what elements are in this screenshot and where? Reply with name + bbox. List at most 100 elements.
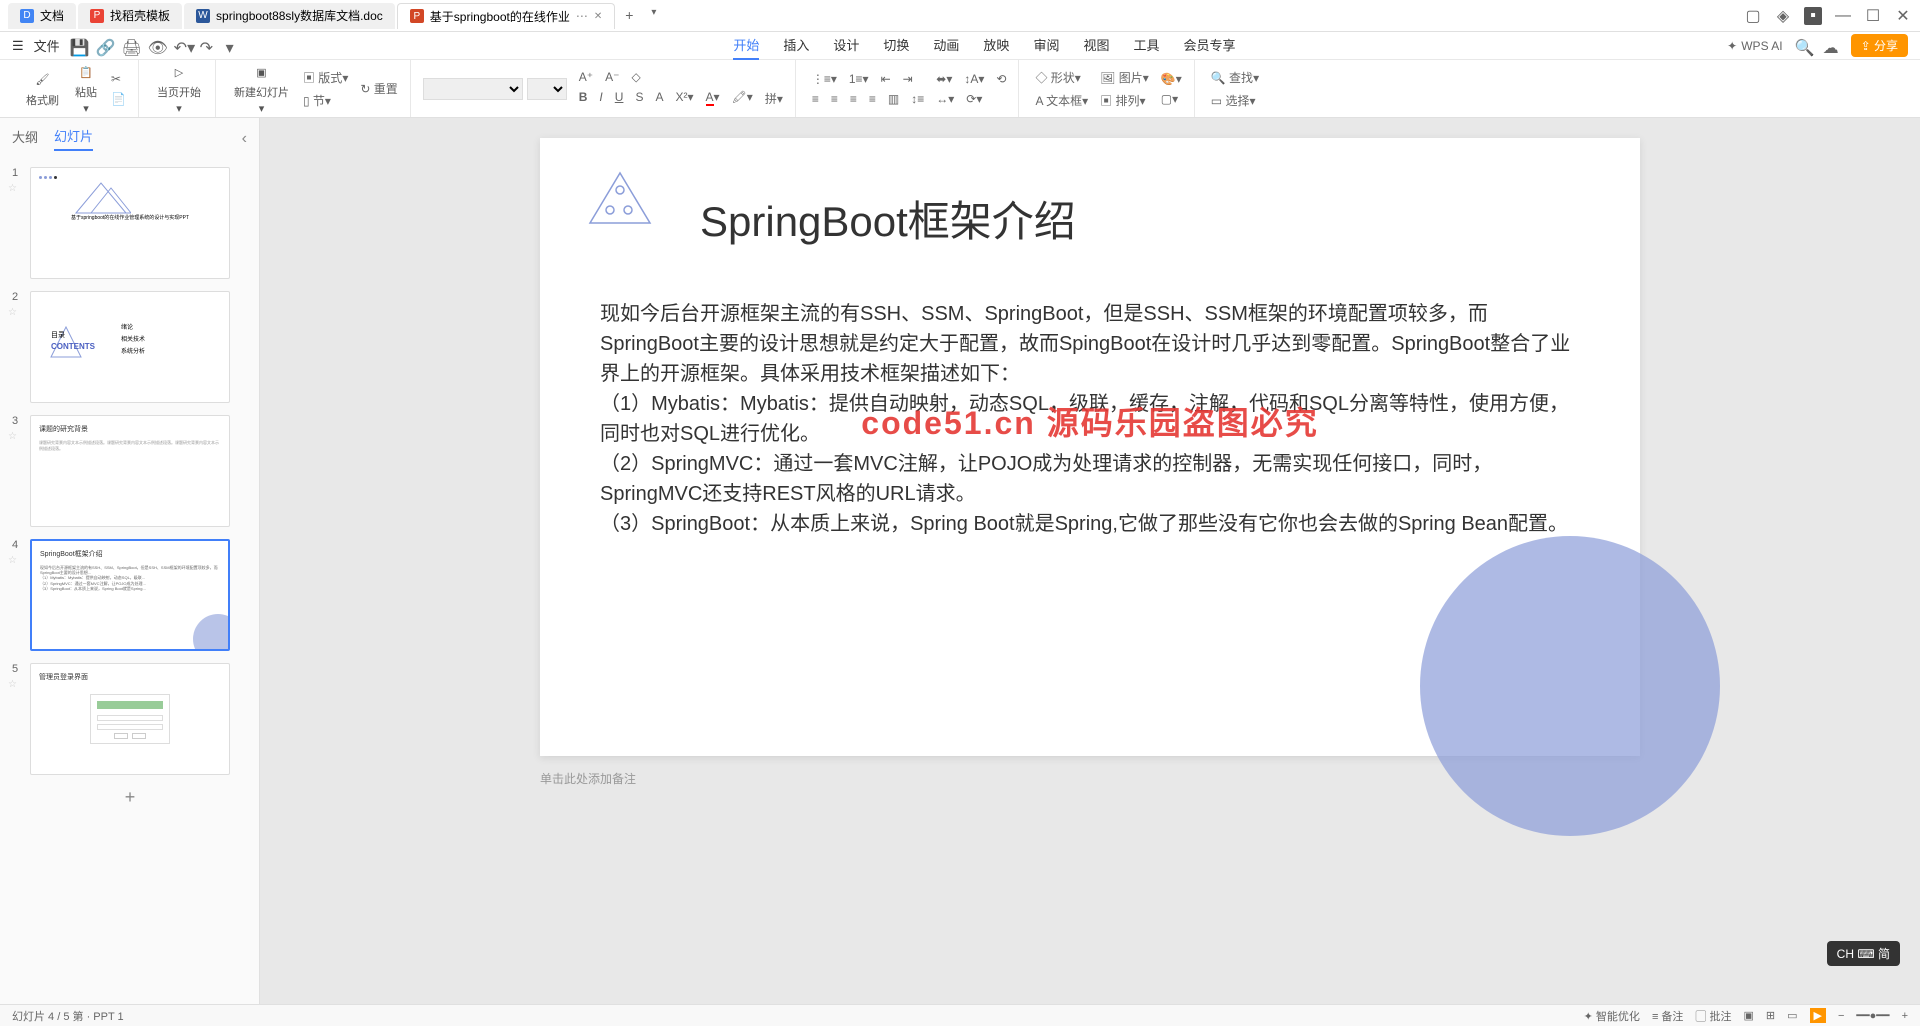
- preview-icon[interactable]: 👁: [148, 38, 164, 54]
- zoom-slider[interactable]: ━━●━━: [1856, 1009, 1889, 1022]
- section-button[interactable]: ▯ 节▾: [299, 90, 352, 111]
- numbering-icon[interactable]: 1≡▾: [845, 70, 873, 88]
- fill-icon[interactable]: 🎨▾: [1157, 70, 1186, 88]
- window-icon[interactable]: ▢: [1744, 7, 1762, 25]
- tab-template[interactable]: P 找稻壳模板: [78, 3, 182, 29]
- close-window-icon[interactable]: ✕: [1894, 7, 1912, 25]
- ribbon-tab-slideshow[interactable]: 放映: [983, 31, 1009, 60]
- slide-canvas[interactable]: SpringBoot框架介绍 现如今后台开源框架主流的有SSH、SSM、Spri…: [260, 118, 1920, 1004]
- avatar-icon[interactable]: ▪: [1804, 7, 1822, 25]
- tab-word-doc[interactable]: W springboot88sly数据库文档.doc: [184, 3, 395, 29]
- slide-title[interactable]: SpringBoot框架介绍: [700, 188, 1580, 249]
- select-button[interactable]: ▭ 选择▾: [1207, 90, 1263, 111]
- italic-icon[interactable]: I: [595, 88, 606, 109]
- paste-button[interactable]: 📋粘贴▾: [69, 58, 103, 119]
- shape-button[interactable]: ◇ 形状▾: [1031, 67, 1092, 88]
- ribbon-tab-view[interactable]: 视图: [1083, 31, 1109, 60]
- bullets-icon[interactable]: ⋮≡▾: [808, 70, 841, 88]
- outline-icon[interactable]: ▢▾: [1157, 90, 1186, 108]
- cloud-icon[interactable]: ☁: [1823, 38, 1839, 54]
- share-button[interactable]: ⇪ 分享: [1851, 34, 1908, 57]
- align-justify-icon[interactable]: ≡: [865, 90, 880, 108]
- print-icon[interactable]: 🖨: [122, 38, 138, 54]
- sidebar-tab-outline[interactable]: 大纲: [12, 127, 38, 150]
- tab-menu-icon[interactable]: ⋯: [576, 9, 588, 23]
- undo-icon[interactable]: ↶▾: [174, 38, 190, 54]
- find-button[interactable]: 🔍 查找▾: [1207, 67, 1263, 88]
- close-icon[interactable]: ✕: [594, 11, 602, 22]
- increase-font-icon[interactable]: A⁺: [575, 68, 597, 86]
- status-notes-button[interactable]: ≡ 备注: [1652, 1008, 1683, 1024]
- maximize-icon[interactable]: ☐: [1864, 7, 1882, 25]
- shadow-icon[interactable]: A: [651, 88, 667, 109]
- redo-icon[interactable]: ↷: [200, 38, 216, 54]
- decrease-font-icon[interactable]: A⁻: [601, 68, 623, 86]
- new-slide-button[interactable]: ▣新建幻灯片▾: [228, 58, 295, 119]
- text-direction-icon[interactable]: ⬌▾: [932, 70, 956, 88]
- format-painter-button[interactable]: 🖌格式刷: [20, 66, 65, 112]
- tab-menu-dropdown[interactable]: ▾: [643, 3, 664, 29]
- link-icon[interactable]: 🔗: [96, 38, 112, 54]
- underline-icon[interactable]: U: [611, 88, 628, 109]
- minimize-icon[interactable]: —: [1834, 7, 1852, 25]
- picture-button[interactable]: 🖼 图片▾: [1096, 67, 1153, 88]
- tab-ppt-active[interactable]: P 基于springboot的在线作业 ⋯ ✕: [397, 3, 615, 29]
- ribbon-tab-design[interactable]: 设计: [833, 31, 859, 60]
- columns-icon[interactable]: ▥: [884, 90, 903, 108]
- slide-thumbnail-1[interactable]: 基于springboot的在线作业管理系统的设计与实现PPT: [30, 167, 230, 279]
- add-tab-button[interactable]: +: [617, 3, 641, 29]
- slide-thumbnail-2[interactable]: 目录 CONTENTS 绪论相关技术系统分析: [30, 291, 230, 403]
- rotate-icon[interactable]: ⟳▾: [962, 90, 986, 108]
- reset-button[interactable]: ↻ 重置: [356, 78, 401, 99]
- collapse-icon[interactable]: ‹: [242, 130, 247, 148]
- view-normal-icon[interactable]: ▣: [1743, 1009, 1753, 1022]
- star-icon[interactable]: ☆: [8, 555, 22, 566]
- copy-icon[interactable]: 📄: [107, 90, 130, 108]
- ribbon-tab-member[interactable]: 会员专享: [1183, 31, 1235, 60]
- star-icon[interactable]: ☆: [8, 307, 22, 318]
- slide-thumbnail-3[interactable]: 课题的研究背景 课题研究背景内容文本示例描述段落。课题研究背景内容文本示例描述段…: [30, 415, 230, 527]
- strikethrough-icon[interactable]: S: [631, 88, 647, 109]
- pinyin-icon[interactable]: 拼▾: [761, 88, 787, 109]
- font-family-select[interactable]: [423, 78, 523, 100]
- font-size-select[interactable]: [527, 78, 567, 100]
- ribbon-tab-animation[interactable]: 动画: [933, 31, 959, 60]
- zoom-out-icon[interactable]: −: [1838, 1010, 1844, 1022]
- ribbon-tab-transition[interactable]: 切换: [883, 31, 909, 60]
- slide-thumbnail-4-active[interactable]: SpringBoot框架介绍 现如今后台开源框架主流的有SSH、SSM、Spri…: [30, 539, 230, 651]
- ime-indicator[interactable]: CH ⌨ 简: [1827, 941, 1900, 966]
- view-slideshow-icon[interactable]: ▶: [1810, 1008, 1826, 1023]
- align-left-icon[interactable]: ≡: [808, 90, 823, 108]
- textbox-button[interactable]: A 文本框▾: [1031, 90, 1092, 111]
- zoom-in-icon[interactable]: +: [1902, 1010, 1908, 1022]
- superscript-icon[interactable]: X²▾: [671, 88, 697, 109]
- star-icon[interactable]: ☆: [8, 679, 22, 690]
- star-icon[interactable]: ☆: [8, 183, 22, 194]
- font-color-icon[interactable]: A▾: [702, 88, 724, 109]
- add-slide-button[interactable]: +: [30, 787, 230, 807]
- more-icon[interactable]: ▾: [226, 38, 242, 54]
- line-spacing-icon[interactable]: ↕≡: [907, 90, 928, 108]
- increase-indent-icon[interactable]: ⇥: [899, 70, 917, 88]
- ribbon-tab-review[interactable]: 审阅: [1033, 31, 1059, 60]
- star-icon[interactable]: ☆: [8, 431, 22, 442]
- slide-thumbnail-5[interactable]: 管理员登录界面: [30, 663, 230, 775]
- view-reading-icon[interactable]: ▭: [1787, 1009, 1797, 1022]
- spacing-icon[interactable]: ↔▾: [932, 90, 958, 108]
- highlight-icon[interactable]: 🖍▾: [728, 88, 757, 109]
- sidebar-tab-slides[interactable]: 幻灯片: [54, 126, 93, 151]
- ribbon-tab-insert[interactable]: 插入: [783, 31, 809, 60]
- align-center-icon[interactable]: ≡: [827, 90, 842, 108]
- view-sorter-icon[interactable]: ⊞: [1766, 1009, 1775, 1022]
- ribbon-tab-start[interactable]: 开始: [733, 31, 759, 60]
- save-icon[interactable]: 💾: [70, 38, 86, 54]
- decrease-indent-icon[interactable]: ⇤: [877, 70, 895, 88]
- wps-ai-button[interactable]: ✦ WPS AI: [1727, 39, 1782, 53]
- align-right-icon[interactable]: ≡: [846, 90, 861, 108]
- layout-button[interactable]: ▣ 版式▾: [299, 67, 352, 88]
- ribbon-tab-tools[interactable]: 工具: [1133, 31, 1159, 60]
- vertical-align-icon[interactable]: ↕A▾: [960, 70, 988, 88]
- tab-docs[interactable]: D 文档: [8, 3, 76, 29]
- start-from-button[interactable]: ▷当页开始▾: [151, 58, 207, 119]
- arrange-button[interactable]: ▣ 排列▾: [1096, 90, 1153, 111]
